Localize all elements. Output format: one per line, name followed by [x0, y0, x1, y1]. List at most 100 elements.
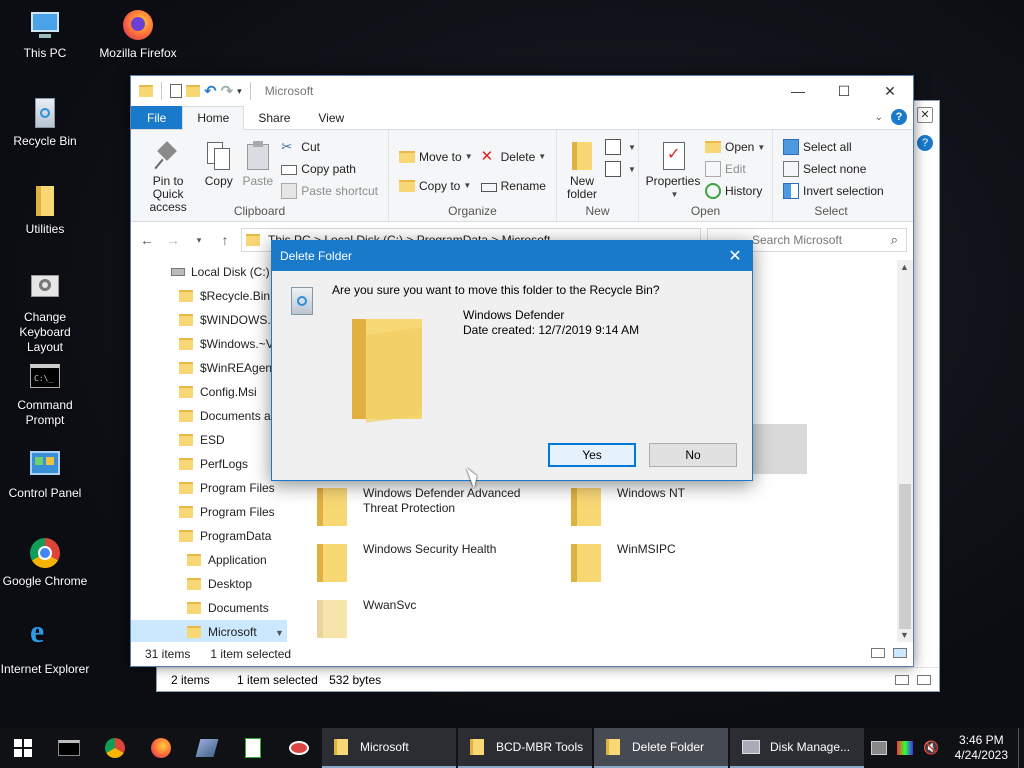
list-item[interactable]: Windows Security Health: [317, 542, 547, 582]
nav-item-folder[interactable]: PerfLogs: [131, 452, 287, 476]
nav-item-folder[interactable]: Program Files: [131, 500, 287, 524]
taskbar-firefox[interactable]: [138, 728, 184, 768]
nav-item-folder[interactable]: Documents a: [131, 404, 287, 428]
desktop-icon-recycle-bin[interactable]: Recycle Bin: [0, 96, 90, 149]
list-item[interactable]: WinMSIPC: [571, 542, 771, 582]
nav-item-programdata[interactable]: ProgramData: [131, 524, 287, 548]
taskbar-window-disk-management[interactable]: Disk Manage...: [730, 728, 864, 768]
navigation-pane[interactable]: Local Disk (C:) $Recycle.Bin $WINDOWS.~ …: [131, 260, 287, 644]
content-scrollbar[interactable]: ▲ ▼: [897, 260, 913, 644]
properties-icon[interactable]: [170, 84, 182, 98]
display-icon[interactable]: [897, 741, 914, 755]
help-icon[interactable]: ?: [917, 135, 933, 151]
open-button[interactable]: Open ▼: [701, 136, 769, 158]
list-item[interactable]: WwanSvc: [317, 598, 547, 638]
tab-home[interactable]: Home: [182, 106, 245, 130]
nav-item-folder[interactable]: $Recycle.Bin: [131, 284, 287, 308]
tab-file[interactable]: File: [131, 106, 183, 129]
nav-item-folder[interactable]: $Windows.~V: [131, 332, 287, 356]
nav-item-local-disk[interactable]: Local Disk (C:): [131, 260, 287, 284]
customize-toolbar-icon[interactable]: ▾: [237, 86, 242, 97]
desktop-icon-this-pc[interactable]: This PC: [0, 8, 90, 61]
back-arrow-icon[interactable]: ←: [137, 232, 157, 248]
paste-shortcut-button[interactable]: Paste shortcut: [277, 180, 382, 202]
cut-button[interactable]: ✂ Cut: [277, 136, 382, 158]
desktop-icon-command-prompt[interactable]: C:\_ Command Prompt: [0, 360, 90, 428]
desktop-icon-firefox[interactable]: Mozilla Firefox: [93, 8, 183, 61]
scroll-down-icon[interactable]: ▼: [275, 628, 284, 638]
close-icon[interactable]: ✕: [917, 107, 933, 123]
large-icons-view-icon[interactable]: [917, 675, 931, 685]
select-none-button[interactable]: Select none: [779, 158, 888, 180]
desktop-icon-control-panel[interactable]: Control Panel: [0, 448, 90, 501]
desktop-icon-utilities[interactable]: Utilities: [0, 184, 90, 237]
taskbar-window-microsoft[interactable]: Microsoft: [322, 728, 456, 768]
list-item[interactable]: Windows Defender Advanced Threat Protect…: [317, 486, 547, 526]
up-arrow-icon[interactable]: ↑: [215, 232, 235, 248]
copy-path-button[interactable]: Copy path: [277, 158, 382, 180]
scroll-down-icon[interactable]: ▼: [900, 630, 909, 640]
edit-button[interactable]: Edit: [701, 158, 769, 180]
nav-item-folder[interactable]: Desktop: [131, 572, 287, 596]
nav-item-folder[interactable]: Program Files: [131, 476, 287, 500]
desktop-icon-internet-explorer[interactable]: e Internet Explorer: [0, 615, 90, 677]
nav-item-folder[interactable]: Config.Msi: [131, 380, 287, 404]
delete-button[interactable]: ✕ Delete ▼: [477, 142, 551, 171]
list-item[interactable]: Windows NT: [571, 486, 771, 526]
forward-arrow-icon[interactable]: →: [163, 232, 183, 248]
nav-item-folder[interactable]: $WinREAgent: [131, 356, 287, 380]
rename-button[interactable]: Rename: [477, 171, 551, 200]
dialog-close-button[interactable]: ✕: [718, 241, 752, 271]
paint-icon: [289, 741, 309, 755]
desktop-icon-change-keyboard-layout[interactable]: Change Keyboard Layout: [0, 272, 90, 355]
taskbar-window-delete-folder[interactable]: Delete Folder: [594, 728, 728, 768]
details-view-icon[interactable]: [871, 648, 885, 658]
maximize-button[interactable]: ☐: [821, 76, 867, 106]
no-button[interactable]: No: [649, 443, 737, 467]
collapse-ribbon-icon[interactable]: ⌄: [875, 112, 883, 123]
dialog-title-bar[interactable]: Delete Folder ✕: [272, 241, 752, 271]
large-icons-view-icon[interactable]: [893, 648, 907, 658]
move-to-icon: [399, 150, 415, 163]
delete-folder-dialog[interactable]: Delete Folder ✕ Are you sure you want to…: [271, 240, 753, 481]
taskbar-chrome[interactable]: [92, 728, 138, 768]
clock[interactable]: 3:46 PM 4/24/2023: [945, 733, 1018, 763]
nav-item-microsoft[interactable]: Microsoft: [131, 620, 287, 644]
scroll-thumb[interactable]: [899, 484, 911, 629]
close-button[interactable]: ✕: [867, 76, 913, 106]
show-desktop-button[interactable]: [1018, 728, 1024, 768]
recent-locations-icon[interactable]: ▾: [189, 235, 209, 246]
taskbar-window-bcd-mbr-tools[interactable]: BCD-MBR Tools: [458, 728, 592, 768]
undo-icon[interactable]: ↶: [204, 82, 217, 100]
new-item-button[interactable]: ▼: [601, 136, 640, 158]
help-icon[interactable]: ?: [891, 109, 907, 125]
history-button[interactable]: History: [701, 180, 769, 202]
volume-muted-icon[interactable]: 🔇: [923, 740, 939, 756]
network-icon[interactable]: [871, 741, 888, 755]
redo-icon[interactable]: ↷: [221, 82, 234, 100]
taskbar-app[interactable]: [276, 728, 322, 768]
nav-item-folder[interactable]: $WINDOWS.~: [131, 308, 287, 332]
easy-access-button[interactable]: ▼: [601, 158, 640, 180]
scroll-up-icon[interactable]: ▲: [900, 262, 909, 272]
search-icon[interactable]: ⌕: [891, 232, 898, 248]
new-folder-icon[interactable]: [186, 85, 200, 97]
tab-view[interactable]: View: [304, 106, 358, 129]
yes-button[interactable]: Yes: [548, 443, 636, 467]
title-bar[interactable]: ↶ ↷ ▾ Microsoft — ☐ ✕: [131, 76, 913, 106]
copy-to-button[interactable]: Copy to ▼: [395, 171, 477, 200]
taskbar-app[interactable]: [230, 728, 276, 768]
nav-item-folder[interactable]: Documents: [131, 596, 287, 620]
invert-selection-button[interactable]: Invert selection: [779, 180, 888, 202]
nav-item-folder[interactable]: ESD: [131, 428, 287, 452]
tab-share[interactable]: Share: [244, 106, 304, 129]
move-to-button[interactable]: Move to ▼: [395, 142, 477, 171]
details-view-icon[interactable]: [895, 675, 909, 685]
minimize-button[interactable]: —: [775, 76, 821, 106]
nav-item-folder[interactable]: Application: [131, 548, 287, 572]
desktop-icon-google-chrome[interactable]: Google Chrome: [0, 536, 90, 589]
start-button[interactable]: [0, 728, 46, 768]
taskbar-app[interactable]: [184, 728, 230, 768]
taskbar-command-prompt[interactable]: [46, 728, 92, 768]
select-all-button[interactable]: Select all: [779, 136, 888, 158]
